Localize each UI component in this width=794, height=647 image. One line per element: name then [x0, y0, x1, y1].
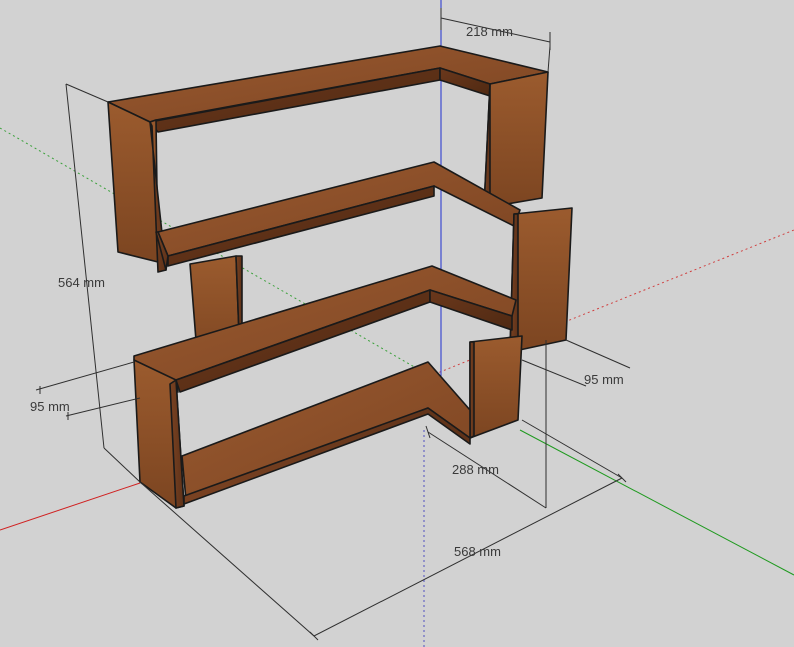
label-218mm: 218 mm — [466, 24, 513, 39]
sketchup-viewport[interactable]: 218 mm 564 mm 95 mm 95 mm 288 mm 568 mm — [0, 0, 794, 647]
label-95mm-left: 95 mm — [30, 399, 70, 414]
axes — [0, 0, 794, 647]
green-axis-solid — [519, 429, 794, 576]
label-568mm: 568 mm — [454, 544, 501, 559]
model-canvas[interactable]: 218 mm 564 mm 95 mm 95 mm 288 mm 568 mm — [0, 0, 794, 647]
label-95mm-right: 95 mm — [584, 372, 624, 387]
corner-shelf-model[interactable] — [107, 45, 573, 509]
label-564mm: 564 mm — [58, 275, 105, 290]
red-axis-solid — [0, 482, 141, 531]
dimension-95mm-left[interactable]: 95 mm — [30, 361, 141, 420]
top-tier — [107, 45, 549, 273]
dimension-95mm-right[interactable]: 95 mm — [521, 339, 631, 387]
label-288mm: 288 mm — [452, 462, 499, 477]
